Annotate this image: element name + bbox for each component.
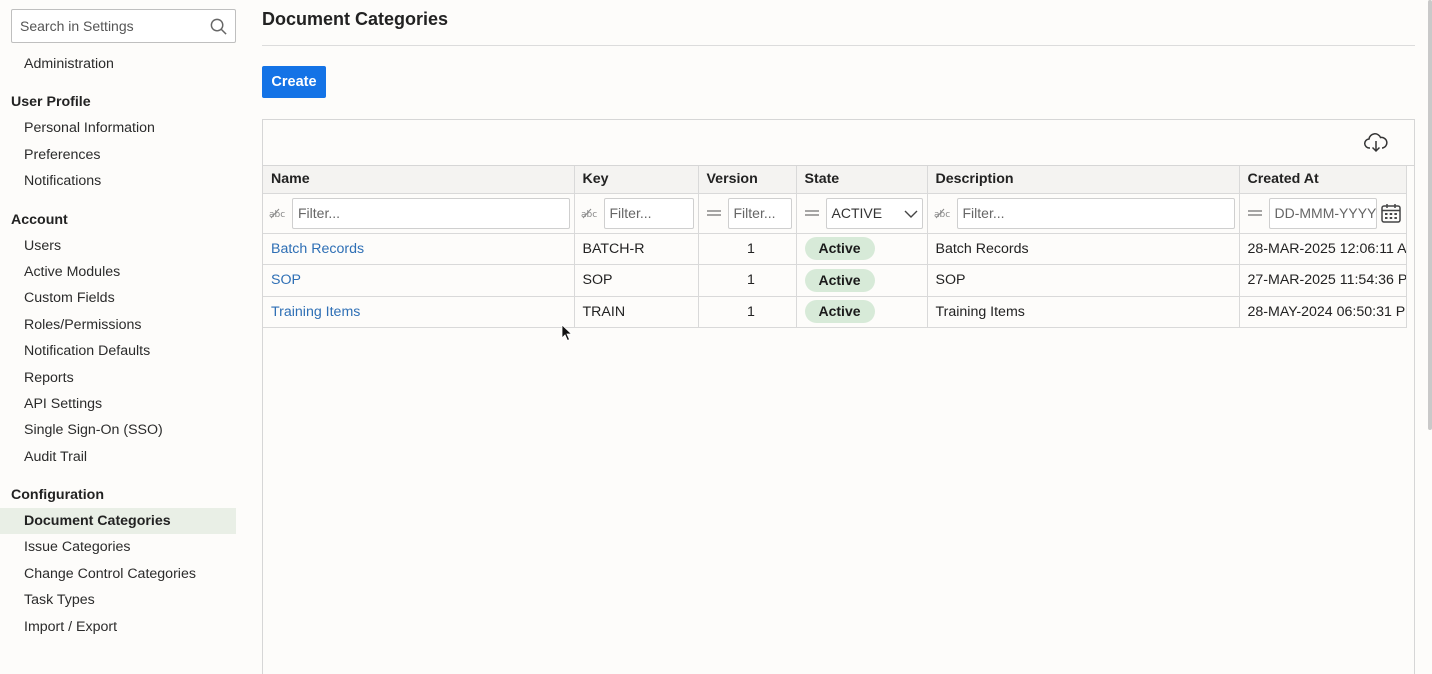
page-title: Document Categories xyxy=(262,9,449,29)
status-badge: Active xyxy=(804,237,875,261)
nav-item-roles-permissions[interactable]: Roles/Permissions xyxy=(0,312,246,338)
nav-item-custom-fields[interactable]: Custom Fields xyxy=(0,285,246,311)
column-header-state[interactable]: State xyxy=(796,166,928,194)
column-header-created-at[interactable]: Created At xyxy=(1239,166,1407,194)
cell-state: Active xyxy=(796,264,928,297)
calendar-icon[interactable] xyxy=(1380,202,1402,224)
version-filter-input[interactable] xyxy=(727,197,792,229)
cloud-download-icon[interactable] xyxy=(1364,132,1388,154)
cell-name: Batch Records xyxy=(263,233,575,265)
search-icon[interactable] xyxy=(209,17,228,36)
create-button[interactable]: Create xyxy=(262,66,326,98)
cell-name: Training Items xyxy=(263,296,575,328)
table-header-row: Name Key Version State Description Creat… xyxy=(263,166,1407,194)
nav-section-heading: Account xyxy=(11,211,68,228)
equals-filter-icon[interactable] xyxy=(705,206,723,220)
text-filter-icon[interactable]: abc xyxy=(581,206,599,220)
settings-search-input[interactable] xyxy=(12,10,202,42)
cell-description: Batch Records xyxy=(927,233,1240,265)
nav-item-issue-categories[interactable]: Issue Categories xyxy=(0,534,246,560)
name-filter-input[interactable] xyxy=(292,197,570,229)
status-badge: Active xyxy=(804,300,875,324)
nav-item-active-modules[interactable]: Active Modules xyxy=(0,259,246,285)
cell-name: SOP xyxy=(263,264,575,297)
chevron-down-icon xyxy=(904,210,917,218)
cell-key: BATCH-R xyxy=(574,233,699,265)
nav-item-import-export[interactable]: Import / Export xyxy=(0,614,246,640)
nav-item-document-categories[interactable]: Document Categories xyxy=(0,508,236,535)
nav-item-api-settings[interactable]: API Settings xyxy=(0,391,246,417)
column-header-key[interactable]: Key xyxy=(574,166,699,194)
nav-item-reports[interactable]: Reports xyxy=(0,365,246,391)
nav-item-audit-trail[interactable]: Audit Trail xyxy=(0,444,246,470)
title-divider xyxy=(262,45,1415,46)
nav-item-change-control-categories[interactable]: Change Control Categories xyxy=(0,561,246,587)
cell-version: 1 xyxy=(698,296,797,328)
category-name-link[interactable]: Batch Records xyxy=(271,241,364,257)
nav-section-heading: Configuration xyxy=(11,487,104,504)
equals-filter-icon[interactable] xyxy=(803,206,821,220)
column-header-description[interactable]: Description xyxy=(927,166,1240,194)
equals-filter-icon[interactable] xyxy=(1246,206,1264,220)
text-filter-icon[interactable]: abc xyxy=(934,206,952,220)
nav-item-personal-information[interactable]: Personal Information xyxy=(0,115,246,141)
table-body: Batch Records BATCH-R 1 Active Batch Records… xyxy=(263,233,1407,328)
grid-toolbar xyxy=(263,120,1414,166)
cell-version: 1 xyxy=(698,264,797,297)
description-filter-input[interactable] xyxy=(956,197,1235,229)
cell-state: Active xyxy=(796,233,928,265)
nav-item-notifications[interactable]: Notifications xyxy=(0,168,246,194)
table-row[interactable]: Batch Records BATCH-R 1 Active Batch Records… xyxy=(263,233,1407,265)
category-name-link[interactable]: Training Items xyxy=(271,304,360,320)
column-header-version[interactable]: Version xyxy=(698,166,797,194)
cell-created-at: 28-MAR-2025 12:06:11 AM xyxy=(1239,233,1407,265)
settings-search-box[interactable] xyxy=(11,9,236,43)
cell-key: SOP xyxy=(574,264,699,297)
nav-item-administration[interactable]: Administration xyxy=(0,51,246,77)
cell-state: Active xyxy=(796,296,928,328)
settings-sidebar: Administration User Profile Personal Info… xyxy=(0,0,246,674)
column-header-name[interactable]: Name xyxy=(263,166,575,194)
cell-description: SOP xyxy=(927,264,1240,297)
nav-item-single-sign-on-sso[interactable]: Single Sign-On (SSO) xyxy=(0,417,246,443)
created-at-filter-input[interactable] xyxy=(1268,197,1377,229)
cell-created-at: 27-MAR-2025 11:54:36 PM xyxy=(1239,264,1407,297)
nav-section-heading: User Profile xyxy=(11,94,91,111)
cell-key: TRAIN xyxy=(574,296,699,328)
mouse-cursor-icon xyxy=(561,324,573,342)
nav-item-preferences[interactable]: Preferences xyxy=(0,142,246,168)
settings-nav: Administration User Profile Personal Info… xyxy=(0,51,246,640)
text-filter-icon[interactable]: abc xyxy=(269,206,287,220)
table-row[interactable]: SOP SOP 1 Active SOP 27-MAR-2025 11:54:36 PM xyxy=(263,264,1407,297)
status-badge: Active xyxy=(804,268,875,292)
cell-description: Training Items xyxy=(927,296,1240,328)
page-scrollbar[interactable] xyxy=(1428,0,1432,430)
categories-table: Name Key Version State Description Creat… xyxy=(263,166,1407,328)
state-filter-select[interactable]: ACTIVE xyxy=(825,197,923,229)
filter-row: abc abc ACTIVE xyxy=(263,193,1407,234)
categories-grid: Name Key Version State Description Creat… xyxy=(262,119,1415,674)
nav-item-users[interactable]: Users xyxy=(0,233,246,259)
state-filter-value: ACTIVE xyxy=(831,205,883,221)
cell-version: 1 xyxy=(698,233,797,265)
cell-created-at: 28-MAY-2024 06:50:31 PM xyxy=(1239,296,1407,328)
nav-item-task-types[interactable]: Task Types xyxy=(0,587,246,613)
key-filter-input[interactable] xyxy=(603,197,694,229)
category-name-link[interactable]: SOP xyxy=(271,272,301,288)
nav-item-notification-defaults[interactable]: Notification Defaults xyxy=(0,338,246,364)
table-row[interactable]: Training Items TRAIN 1 Active Training Items… xyxy=(263,296,1407,328)
